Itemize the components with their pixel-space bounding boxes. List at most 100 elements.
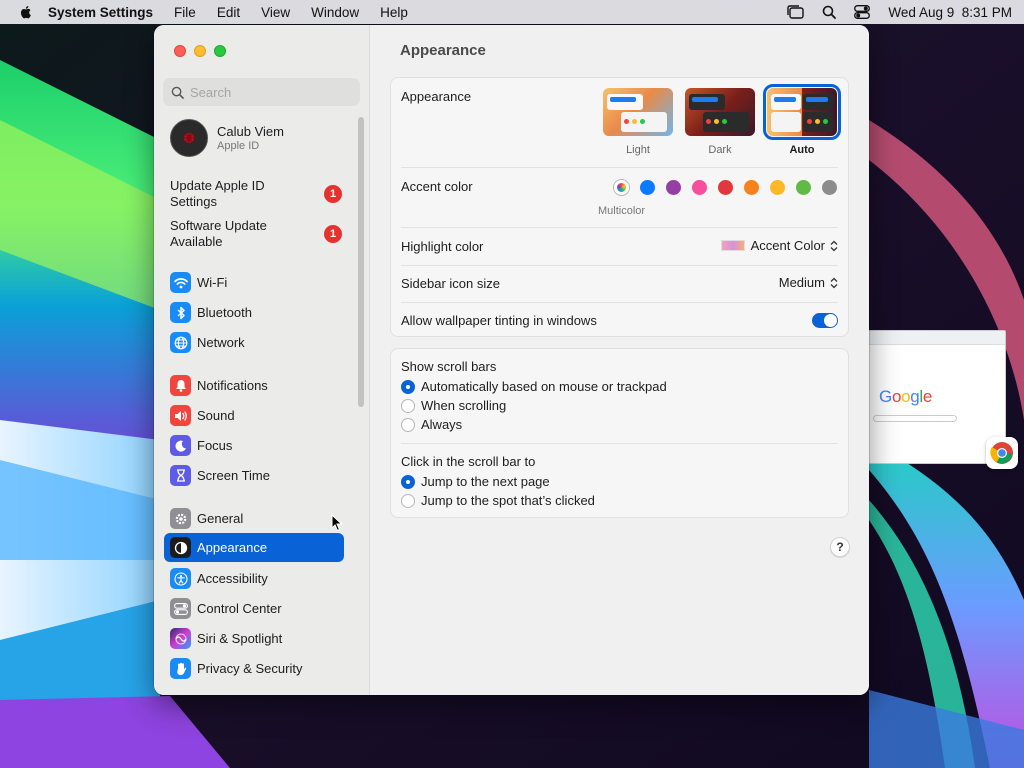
help-button[interactable]: ? [830, 537, 850, 557]
sidebar: Calub Viem Apple ID Update Apple ID Sett… [154, 25, 370, 695]
scroll-bars-option-auto[interactable]: Automatically based on mouse or trackpad [401, 379, 667, 394]
sidebar-item-label: Appearance [197, 540, 268, 555]
search-field[interactable] [163, 78, 360, 106]
click-option-next-page[interactable]: Jump to the next page [401, 474, 550, 489]
notifications-icon [170, 375, 191, 396]
menu-clock[interactable]: Wed Aug 9 8:31 PM [888, 5, 1012, 20]
accent-swatch-orange[interactable] [744, 180, 759, 195]
sidebar-item-accessibility[interactable]: Accessibility [164, 564, 344, 593]
divider [401, 265, 838, 266]
main-pane: Appearance Appearance Light Dark Auto Ac… [370, 25, 869, 695]
divider [401, 227, 838, 228]
control-center-icon[interactable] [854, 5, 871, 19]
mouse-pointer-icon [331, 514, 343, 532]
popup-stepper-icon [830, 240, 838, 252]
accent-swatch-pink[interactable] [692, 180, 707, 195]
appearance-option-label: Light [626, 144, 650, 156]
minimize-button[interactable] [194, 45, 206, 57]
wallpaper-tinting-row: Allow wallpaper tinting in windows [401, 312, 838, 329]
accent-swatch-red[interactable] [718, 180, 733, 195]
radio-label: Jump to the spot that’s clicked [421, 493, 595, 508]
appearance-icon [170, 537, 191, 558]
menu-edit[interactable]: Edit [217, 5, 240, 20]
accent-swatch-purple[interactable] [666, 180, 681, 195]
sidebar-item-siri-spotlight[interactable]: Siri & Spotlight [164, 624, 344, 653]
menu-file[interactable]: File [174, 5, 196, 20]
accent-swatch-graphite[interactable] [822, 180, 837, 195]
radio-button[interactable] [401, 417, 415, 432]
sidebar-item-label: Bluetooth [197, 305, 252, 320]
sidebar-icon-size-popup[interactable]: Medium [779, 275, 838, 290]
highlight-color-label: Highlight color [401, 239, 484, 254]
sidebar-item-screen-time[interactable]: Screen Time [164, 461, 344, 490]
appearance-option-dark[interactable]: Dark [685, 88, 755, 156]
accent-swatch-green[interactable] [796, 180, 811, 195]
search-icon [171, 86, 184, 99]
notice-update-apple-id[interactable]: Update Apple ID Settings 1 [170, 178, 342, 210]
dark-mode-preview [685, 88, 755, 136]
background-browser-window[interactable]: Google [866, 330, 1006, 464]
sidebar-item-focus[interactable]: Focus [164, 431, 344, 460]
sidebar-item-label: Notifications [197, 378, 268, 393]
browser-toolbar [867, 331, 1005, 345]
highlight-color-popup[interactable]: Accent Color [720, 238, 838, 253]
appearance-option-auto[interactable]: Auto [763, 84, 841, 156]
sidebar-item-general[interactable]: General [164, 504, 344, 533]
menu-app-name[interactable]: System Settings [48, 5, 153, 20]
sidebar-item-label: Focus [197, 438, 233, 453]
menu-window[interactable]: Window [311, 5, 359, 20]
click-option-spot-clicked[interactable]: Jump to the spot that’s clicked [401, 493, 595, 508]
menu-view[interactable]: View [261, 5, 290, 20]
sidebar-item-label: Accessibility [197, 571, 268, 586]
control-center-icon [170, 598, 191, 619]
account-subtitle: Apple ID [217, 140, 260, 152]
scroll-bars-option-when-scrolling[interactable]: When scrolling [401, 398, 506, 413]
sidebar-item-control-center[interactable]: Control Center [164, 594, 344, 623]
sidebar-item-label: Screen Time [197, 468, 270, 483]
sidebar-item-notifications[interactable]: Notifications [164, 371, 344, 400]
sidebar-item-bluetooth[interactable]: Bluetooth [164, 298, 344, 327]
radio-button[interactable] [401, 474, 415, 489]
sidebar-item-appearance[interactable]: Appearance [164, 533, 344, 562]
stage-manager-icon[interactable] [786, 5, 805, 19]
browser-search-box [873, 415, 957, 422]
notice-software-update[interactable]: Software Update Available 1 [170, 218, 342, 250]
menu-help[interactable]: Help [380, 5, 408, 20]
wallpaper-tinting-toggle[interactable] [812, 313, 838, 328]
accent-selected-label: Multicolor [598, 205, 646, 217]
sidebar-item-network[interactable]: Network [164, 328, 344, 357]
accessibility-icon [170, 568, 191, 589]
accent-swatch-yellow[interactable] [770, 180, 785, 195]
radio-label: Always [421, 417, 463, 432]
spotlight-search-icon[interactable] [822, 5, 837, 19]
divider [401, 443, 838, 444]
sidebar-icon-size-label: Sidebar icon size [401, 276, 500, 291]
zoom-button[interactable] [214, 45, 226, 57]
radio-button[interactable] [401, 398, 415, 413]
wifi-icon [170, 272, 191, 293]
radio-button[interactable] [401, 493, 415, 508]
sidebar-item-privacy-security[interactable]: Privacy & Security [164, 654, 344, 683]
appearance-option-label: Auto [789, 144, 815, 156]
notification-badge: 1 [324, 225, 342, 243]
sidebar-item-label: Privacy & Security [197, 661, 303, 676]
search-input[interactable] [190, 84, 350, 100]
sidebar-scrollbar[interactable] [358, 117, 364, 407]
accent-swatch-multicolor[interactable] [614, 180, 629, 195]
appearance-settings-card: Appearance Light Dark Auto Accent color … [390, 77, 849, 337]
apple-logo-icon[interactable] [18, 4, 34, 20]
apple-id-account[interactable]: Calub Viem Apple ID [170, 119, 284, 157]
scroll-bar-settings-card: Show scroll bars Automatically based on … [390, 348, 849, 518]
close-button[interactable] [174, 45, 186, 57]
scroll-bars-option-always[interactable]: Always [401, 417, 462, 432]
notice-label: Software Update Available [170, 218, 267, 249]
accent-color-label: Accent color [401, 179, 473, 194]
accent-swatch-blue[interactable] [640, 180, 655, 195]
system-settings-window: Calub Viem Apple ID Update Apple ID Sett… [154, 25, 869, 695]
chrome-app-icon[interactable] [986, 437, 1018, 469]
appearance-option-light[interactable]: Light [603, 88, 673, 156]
avatar-image-icon [182, 131, 196, 145]
radio-button[interactable] [401, 379, 415, 394]
sidebar-item-wifi[interactable]: Wi-Fi [164, 268, 344, 297]
sidebar-item-sound[interactable]: Sound [164, 401, 344, 430]
